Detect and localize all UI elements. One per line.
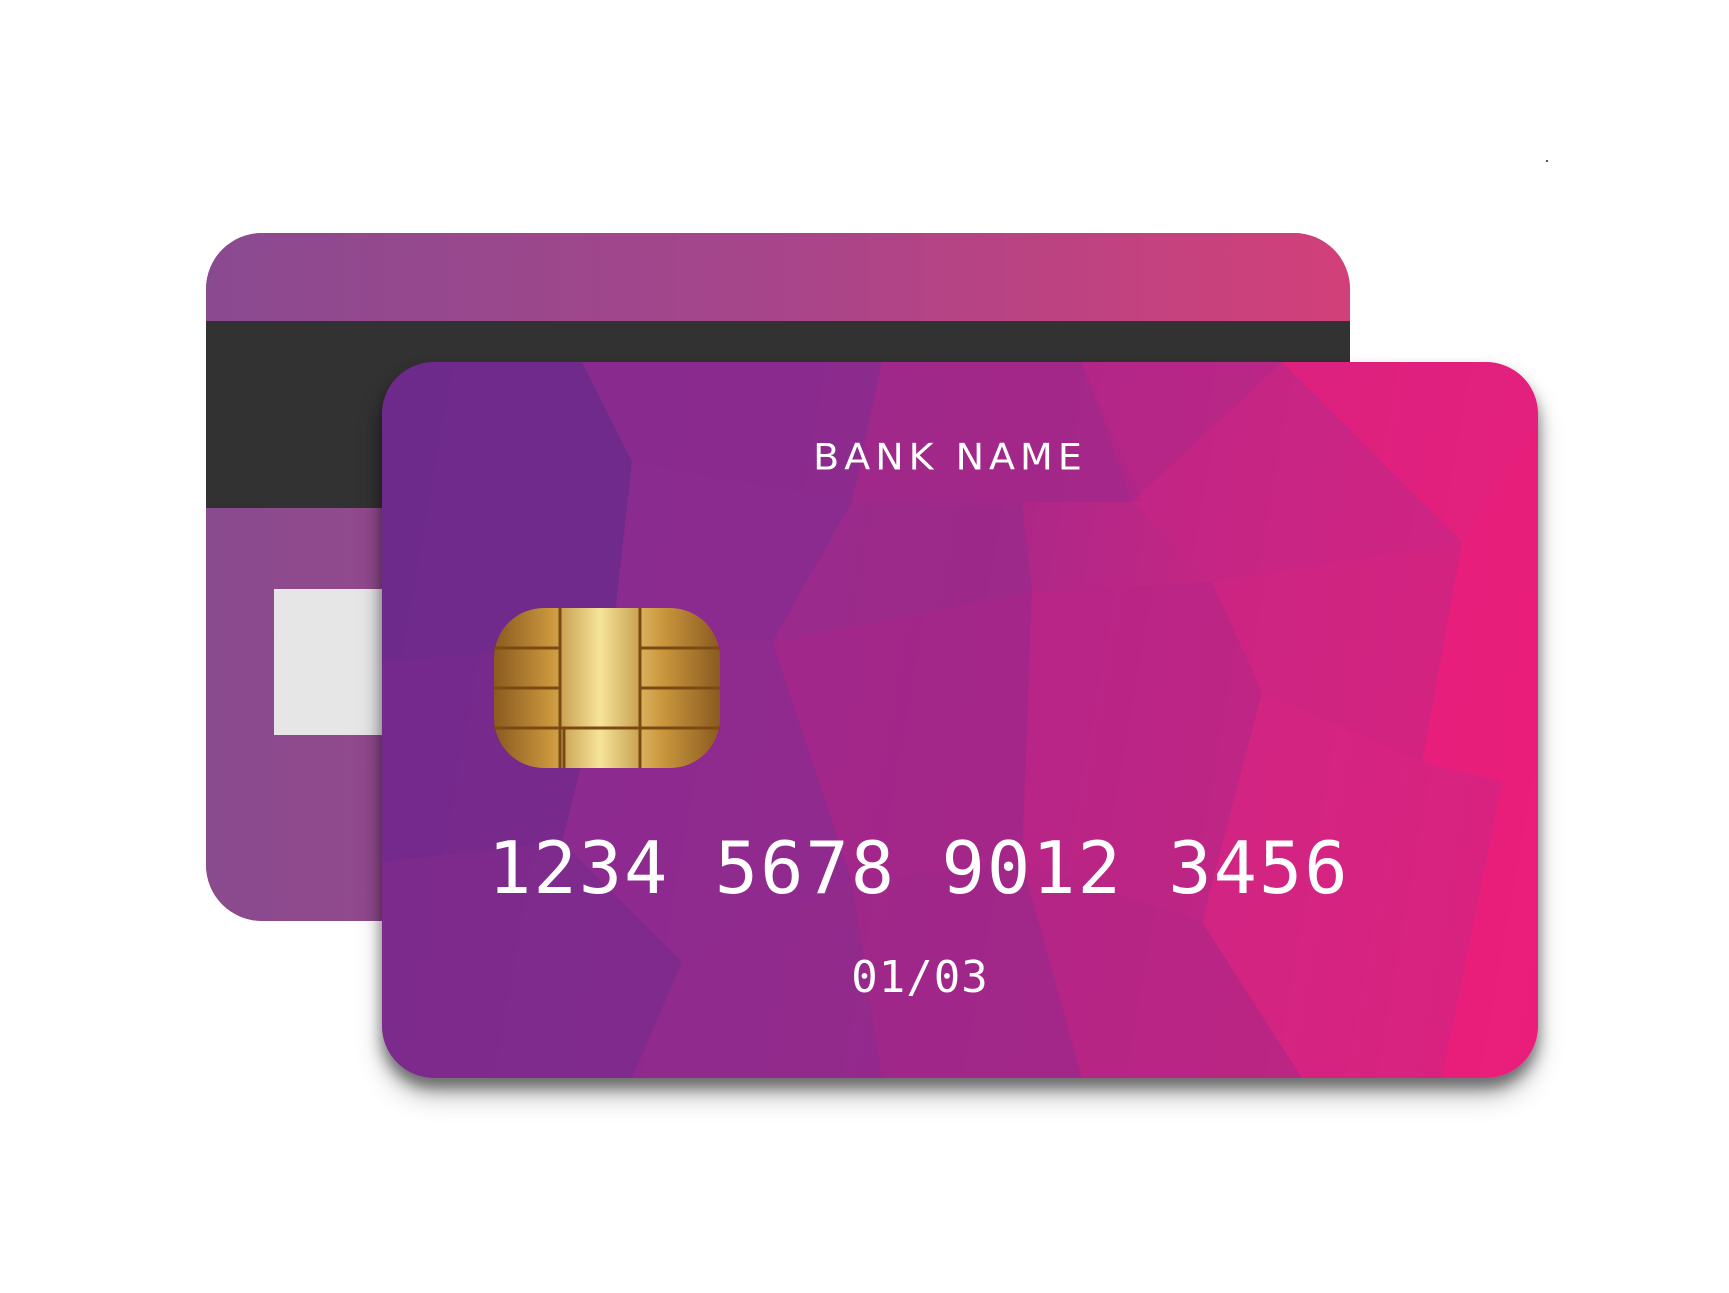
card-number: 1234 5678 9012 3456 xyxy=(488,826,1350,910)
expiry-date: 01/03 xyxy=(851,952,989,1003)
bank-name: BANK NAME xyxy=(813,436,1087,478)
emv-chip-icon xyxy=(494,608,720,768)
card-back-top-band xyxy=(206,233,1350,321)
credit-card-illustration: BANK NAME 1234 5678 9012 3456 01/03 xyxy=(0,0,1729,1293)
card-front: BANK NAME 1234 5678 9012 3456 01/03 xyxy=(382,362,1538,1078)
speck xyxy=(1546,160,1548,162)
